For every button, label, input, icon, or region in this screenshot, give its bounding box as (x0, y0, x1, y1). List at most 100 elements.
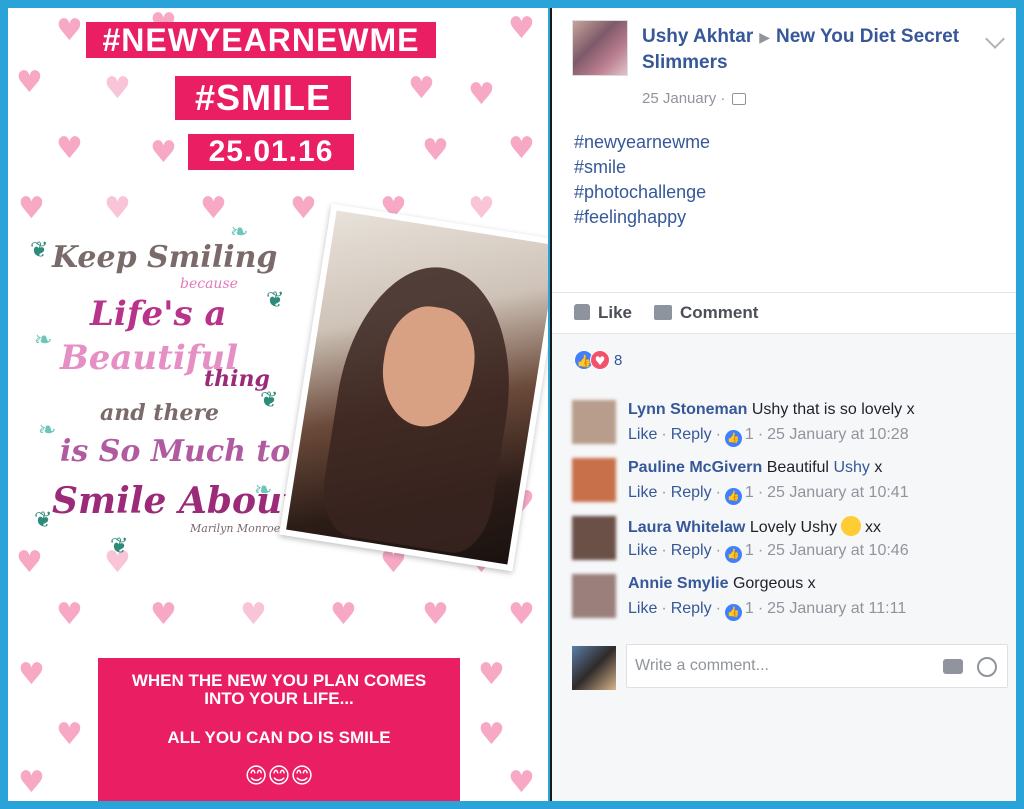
facebook-post: Ushy Akhtar ▶ New You Diet Secret Slimmers… (550, 8, 1016, 801)
quote-line: Smile About (52, 480, 299, 522)
heart-icon: ♥ (508, 11, 535, 46)
comment-item: Pauline McGivern Beautiful Ushy x Like · R… (572, 458, 1006, 510)
comment-text: Gorgeous x (732, 575, 816, 592)
comment-like-count[interactable]: 1 (745, 484, 754, 501)
comment-reply-link[interactable]: Reply (671, 600, 712, 617)
camera-icon[interactable] (943, 659, 963, 674)
emoji-icon[interactable] (977, 657, 997, 677)
hashtag-link[interactable]: #photochallenge (574, 180, 710, 205)
heart-icon: ♥ (508, 131, 535, 166)
comment-text: Lovely Ushy (749, 519, 837, 536)
kiss-emoji-icon (840, 516, 861, 536)
quote-line: Life's a (90, 294, 227, 334)
quote-line: because (180, 276, 238, 292)
heart-icon: ♥ (330, 597, 357, 632)
commenter-name[interactable]: Lynn Stoneman (628, 401, 747, 418)
comment-like-link[interactable]: Like (628, 426, 657, 443)
action-bar: Like Comment (552, 292, 1016, 334)
comment-composer: Write a comment... (572, 642, 1008, 690)
quote-line: thing (204, 366, 270, 392)
smile-banner: #SMILE (175, 76, 351, 120)
post-hashtags: #newyearnewme #smile #photochallenge #fe… (574, 130, 710, 230)
promo-line: INTO YOUR LIFE... (204, 689, 354, 708)
comment-time[interactable]: 25 January at 10:28 (767, 426, 908, 443)
comment-reply-link[interactable]: Reply (671, 484, 712, 501)
comment-button[interactable]: Comment (654, 303, 758, 323)
heart-icon: ♥ (150, 597, 177, 632)
like-reaction-icon: 👍 (724, 546, 742, 563)
hashtag-link[interactable]: #smile (574, 155, 710, 180)
post-header: Ushy Akhtar ▶ New You Diet Secret Slimmers… (572, 20, 1006, 107)
comment-item: Annie Smylie Gorgeous x Like · Reply · 👍 1 · 25… (572, 574, 1006, 626)
separator: · (720, 90, 726, 107)
arrow-right-icon: ▶ (759, 29, 770, 45)
avatar[interactable] (572, 646, 616, 690)
avatar[interactable] (572, 400, 616, 444)
comment-time[interactable]: 25 January at 11:11 (767, 600, 906, 617)
promo-box: WHEN THE NEW YOU PLAN COMES INTO YOUR LI… (98, 658, 460, 801)
heart-icon: ♥ (290, 191, 317, 226)
leaf-icon: ❦ (34, 508, 53, 533)
comment-input[interactable]: Write a comment... (626, 644, 1008, 688)
heart-icon: ♥ (56, 597, 83, 632)
comment-icon (654, 305, 672, 320)
avatar[interactable] (572, 574, 616, 618)
hashtag-link[interactable]: #newyearnewme (574, 130, 710, 155)
heart-icon: ♥ (508, 765, 535, 800)
comment-reply-link[interactable]: Reply (671, 426, 712, 443)
heart-icon: ♥ (240, 597, 267, 632)
leaf-icon: ❦ (30, 238, 49, 263)
comment-label: Comment (680, 303, 759, 322)
chevron-down-icon[interactable] (985, 29, 1005, 49)
heart-icon: ♥ (408, 71, 435, 106)
avatar[interactable] (572, 458, 616, 502)
comment-text: xx (864, 519, 881, 536)
heart-icon: ♥ (478, 657, 505, 692)
post-photo[interactable]: ♥ ♥ ♥ ♥ ♥ ♥ ♥ ♥ ♥ ♥ ♥ ♥ ♥ ♥ ♥ ♥ ♥ ♥ ♥ ♥ … (8, 8, 548, 801)
hashtag-link[interactable]: #feelinghappy (574, 205, 710, 230)
quote-line: and there (100, 400, 220, 426)
leaf-icon: ❦ (266, 288, 285, 313)
group-audience-icon[interactable] (731, 93, 746, 106)
comment-like-link[interactable]: Like (628, 600, 657, 617)
avatar[interactable] (572, 516, 616, 560)
promo-line: WHEN THE NEW YOU PLAN COMES (131, 671, 427, 690)
comment-like-count[interactable]: 1 (745, 600, 754, 617)
heart-icon: ♥ (468, 191, 495, 226)
commenter-name[interactable]: Annie Smylie (628, 575, 728, 592)
comment-text: Beautiful (766, 459, 829, 476)
like-label: Like (598, 303, 633, 322)
comment-placeholder: Write a comment... (635, 657, 769, 674)
heart-icon: ♥ (422, 597, 449, 632)
like-reaction-icon: 👍 (724, 604, 742, 621)
commenter-name[interactable]: Laura Whitelaw (628, 519, 745, 536)
heart-icon: ♥ (508, 597, 535, 632)
comment-like-link[interactable]: Like (628, 484, 657, 501)
quote-illustration: ❦ ❧ ❦ ❧ ❦ ❧ ❦ ❧ ❦ Keep Smiling because L… (30, 218, 299, 566)
date-banner: 25.01.16 (188, 134, 354, 170)
post-timestamp[interactable]: 25 January · (642, 90, 746, 107)
comment-time[interactable]: 25 January at 10:41 (767, 484, 908, 501)
author-link[interactable]: Ushy Akhtar (642, 26, 753, 47)
comment-like-count[interactable]: 1 (745, 426, 754, 443)
leaf-icon: ❧ (38, 418, 57, 443)
avatar[interactable] (572, 20, 628, 76)
heart-icon: ♥ (18, 765, 45, 800)
reaction-count: 8 (614, 351, 623, 369)
hashtag-banner: #NEWYEARNEWME (86, 22, 436, 58)
quote-line: Keep Smiling (52, 240, 278, 275)
date-text: 25 January (642, 90, 717, 107)
comment-like-link[interactable]: Like (628, 542, 657, 559)
commenter-name[interactable]: Pauline McGivern (628, 459, 762, 476)
reactions-summary[interactable]: 👍 ♥ 8 (574, 350, 622, 372)
comment-item: Laura Whitelaw Lovely Ushy xx Like · Reply ·… (572, 516, 1006, 568)
comment-time[interactable]: 25 January at 10:46 (767, 542, 908, 559)
comment-like-count[interactable]: 1 (745, 542, 754, 559)
promo-line: ALL YOU CAN DO IS SMILE (167, 728, 391, 747)
quote-author: Marilyn Monroe (190, 522, 281, 535)
like-button[interactable]: Like (574, 303, 632, 323)
heart-icon: ♥ (150, 135, 177, 170)
comment-text: x (874, 459, 883, 476)
comment-reply-link[interactable]: Reply (671, 542, 712, 559)
mention-link[interactable]: Ushy (833, 459, 869, 476)
